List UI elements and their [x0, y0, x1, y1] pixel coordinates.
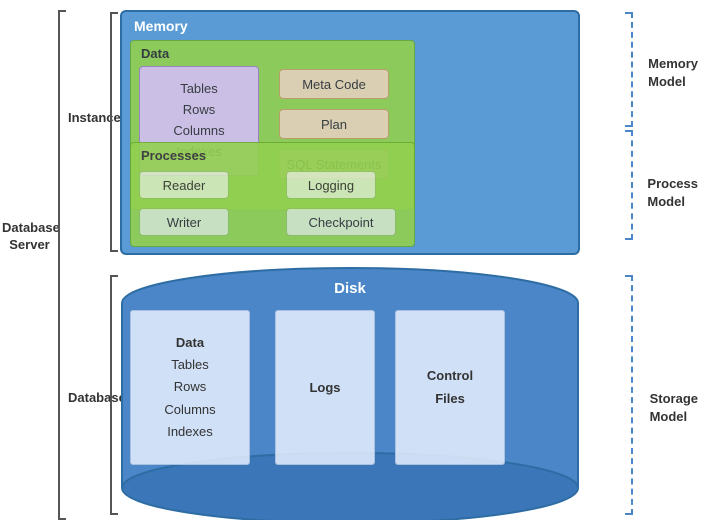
reader-box: Reader: [139, 171, 229, 199]
plan-label: Plan: [321, 117, 347, 132]
instance-bracket: [110, 12, 118, 252]
memory-box: Memory Data Tables Rows Columns Indexes …: [120, 10, 580, 255]
memory-model-label: Memory Model: [648, 55, 698, 91]
storage-data-label: Data: [176, 332, 204, 354]
storage-model-label: Storage Model: [650, 390, 698, 426]
checkpoint-box: Checkpoint: [286, 208, 396, 236]
data-storage-box: Data Tables Rows Columns Indexes: [130, 310, 250, 465]
storage-tables-label: Tables: [171, 354, 209, 376]
db-server-label: Database Server: [2, 220, 57, 254]
data-rows-label: Rows: [183, 100, 216, 121]
logging-label: Logging: [308, 178, 354, 193]
storage-indexes-label: Indexes: [167, 421, 213, 443]
control-files-label-2: Files: [435, 388, 465, 410]
logs-storage-box: Logs: [275, 310, 375, 465]
checkpoint-label: Checkpoint: [308, 215, 373, 230]
process-model-bracket: [625, 130, 633, 240]
main-container: Database Server Instance Database Memory…: [0, 0, 708, 530]
storage-rows-label: Rows: [174, 376, 207, 398]
logging-box: Logging: [286, 171, 376, 199]
data-columns-label: Columns: [173, 121, 224, 142]
meta-code-box: Meta Code: [279, 69, 389, 99]
memory-title: Memory: [134, 18, 188, 34]
meta-code-label: Meta Code: [302, 77, 366, 92]
storage-model-bracket: [625, 275, 633, 515]
processes-title: Processes: [141, 148, 206, 163]
control-files-label-1: Control: [427, 365, 473, 387]
data-section-title: Data: [141, 46, 169, 61]
processes-section: Processes Reader Logging Writer Checkpoi…: [130, 142, 415, 247]
disk-title: Disk: [334, 280, 366, 297]
plan-box: Plan: [279, 109, 389, 139]
reader-label: Reader: [163, 178, 206, 193]
db-server-bracket: [58, 10, 66, 520]
logs-label: Logs: [309, 380, 340, 395]
control-storage-box: Control Files: [395, 310, 505, 465]
memory-model-bracket: [625, 12, 633, 127]
process-model-label: Process Model: [647, 175, 698, 211]
data-tables-label: Tables: [180, 79, 218, 100]
writer-label: Writer: [167, 215, 201, 230]
writer-box: Writer: [139, 208, 229, 236]
database-bracket: [110, 275, 118, 515]
storage-columns-label: Columns: [164, 399, 215, 421]
